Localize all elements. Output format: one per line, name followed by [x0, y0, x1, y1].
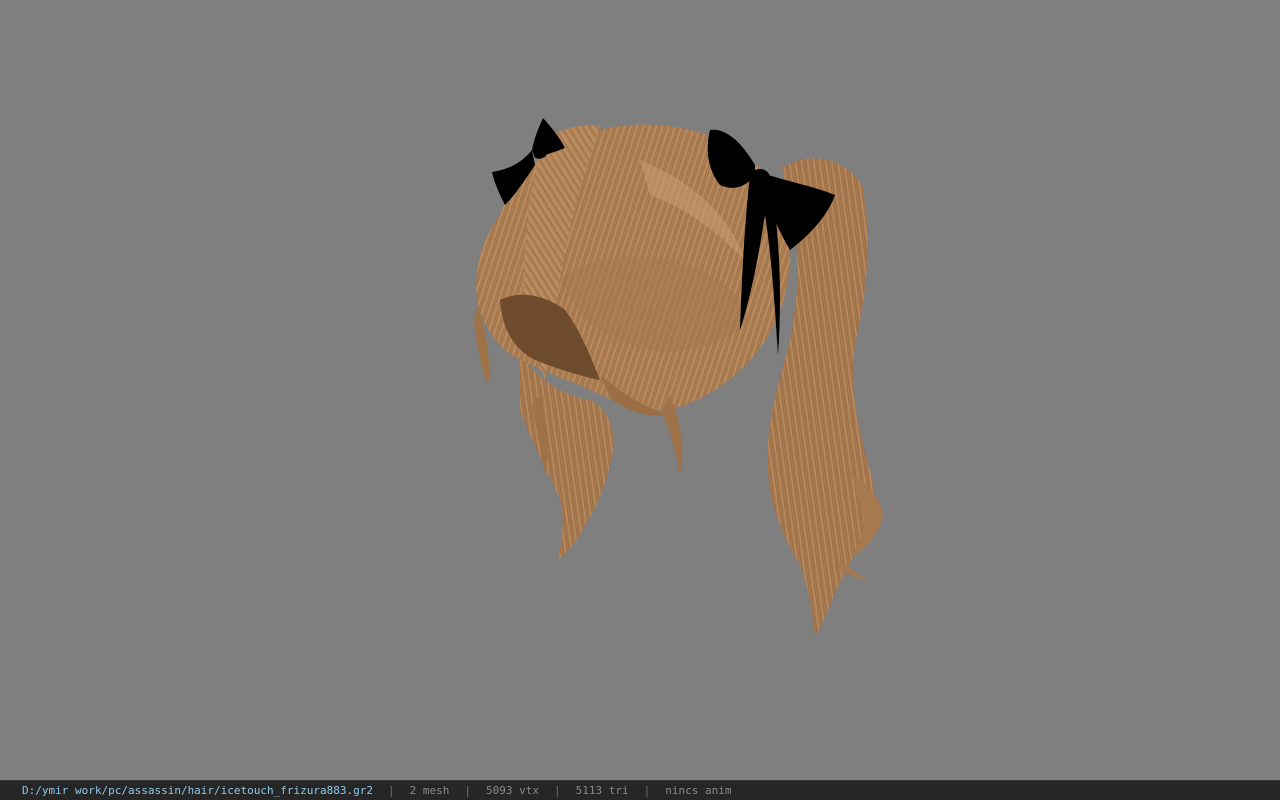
- 3d-viewport[interactable]: [0, 0, 1280, 780]
- file-path-label: D:/ymir work/pc/assassin/hair/icetouch_f…: [22, 784, 373, 797]
- status-separator: |: [388, 784, 395, 797]
- model-viewer-window: D:/ymir work/pc/assassin/hair/icetouch_f…: [0, 0, 1280, 800]
- triangle-count-label: 5113 tri: [575, 784, 629, 797]
- mesh-count-label: 2 mesh: [409, 784, 450, 797]
- status-separator: |: [643, 784, 651, 797]
- animation-status-label: nincs anim: [665, 784, 732, 797]
- status-separator: |: [553, 784, 561, 797]
- vertex-count-label: 5093 vtx: [486, 784, 539, 797]
- hair-model-render: [474, 118, 883, 636]
- status-separator: |: [464, 784, 471, 797]
- status-bar: D:/ymir work/pc/assassin/hair/icetouch_f…: [0, 780, 1280, 800]
